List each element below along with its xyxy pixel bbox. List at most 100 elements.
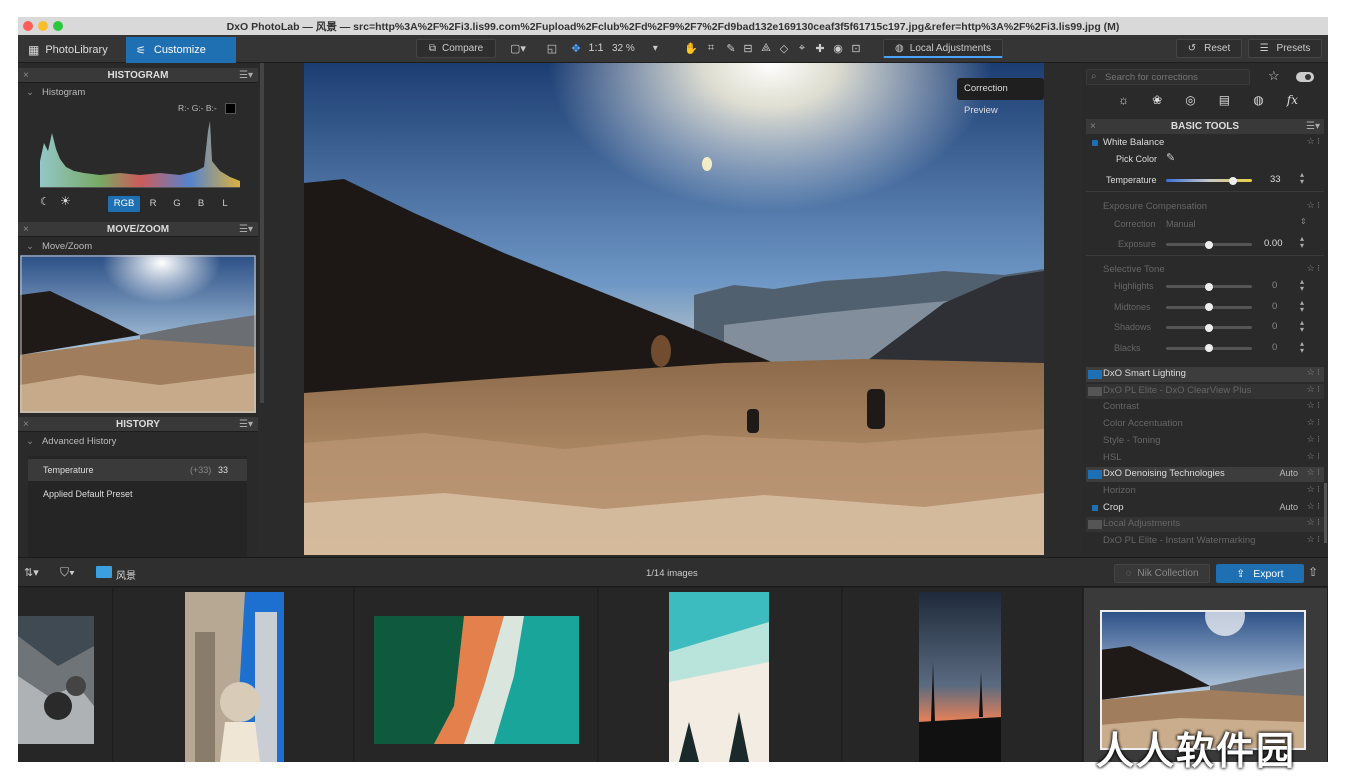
sun-icon[interactable]: ☀ (60, 194, 71, 208)
local-icon[interactable]: ◍ (1253, 93, 1263, 113)
star-icon[interactable]: ☆ ⁝ (1307, 484, 1320, 495)
detail-icon[interactable]: ◎ (1185, 93, 1195, 113)
star-icon[interactable]: ☆ ⁝ (1307, 263, 1320, 274)
histogram-subpanel[interactable]: ⌄ Histogram (26, 87, 85, 98)
volume-deformation-icon[interactable]: ◇ (776, 40, 792, 56)
menu-icon[interactable]: ☰▾ (239, 417, 253, 432)
channel-g-button[interactable]: G (166, 196, 188, 212)
slider-knob[interactable] (1205, 344, 1213, 352)
fit-screen-icon[interactable]: ◱ (544, 40, 560, 56)
white-balance-row[interactable]: White Balance ☆ ⁝ (1086, 136, 1324, 151)
slider-knob[interactable] (1205, 282, 1213, 291)
horizon-icon[interactable]: ⊟ (740, 40, 756, 56)
movezoom-subpanel[interactable]: ⌄ Move/Zoom (26, 241, 92, 252)
tone-row-slider[interactable] (1166, 303, 1252, 311)
repair-icon[interactable]: ✚ (812, 40, 828, 56)
filmstrip-thumbnail[interactable] (114, 588, 354, 762)
toggle-icon[interactable] (1088, 470, 1102, 480)
tool-row[interactable]: Crop Auto ☆ ⁝ (1086, 501, 1324, 516)
star-icon[interactable]: ☆ ⁝ (1307, 501, 1320, 512)
tool-row[interactable]: DxO PL Elite - Instant Watermarking ☆ ⁝ (1086, 534, 1324, 549)
reset-button[interactable]: ↺ Reset (1176, 39, 1242, 58)
overlay-icon[interactable]: ⊡ (848, 40, 864, 56)
channel-l-button[interactable]: L (214, 196, 236, 212)
close-icon[interactable]: × (23, 222, 29, 237)
history-item[interactable]: Applied Default Preset (28, 483, 247, 505)
close-icon[interactable]: × (23, 68, 29, 83)
tool-row[interactable]: DxO Denoising Technologies Auto ☆ ⁝ (1086, 467, 1324, 483)
channel-rgb-button[interactable]: RGB (108, 196, 140, 212)
history-item[interactable]: Temperature (+33) 33 (28, 459, 247, 481)
tone-row-slider[interactable] (1166, 323, 1252, 332)
filter-icon[interactable]: ⛉▾ (60, 565, 75, 580)
hand-icon[interactable]: ✋ (683, 40, 699, 56)
selective-tone-row[interactable]: Selective Tone ☆ ⁝ (1086, 263, 1324, 278)
star-icon[interactable]: ☆ ⁝ (1307, 384, 1320, 395)
star-icon[interactable]: ☆ ⁝ (1307, 367, 1320, 378)
star-icon[interactable]: ☆ ⁝ (1307, 136, 1320, 147)
perspective-icon[interactable]: ⟁ (758, 40, 774, 56)
filmstrip-thumbnail[interactable] (355, 588, 598, 762)
tool-row[interactable]: Local Adjustments ☆ ⁝ (1086, 517, 1324, 533)
correction-select[interactable]: Manual (1166, 219, 1196, 229)
star-icon[interactable]: ☆ ⁝ (1307, 400, 1320, 411)
one-to-one-button[interactable]: 1:1 (586, 40, 606, 56)
tool-row[interactable]: Style - Toning ☆ ⁝ (1086, 434, 1324, 449)
close-window-button[interactable] (23, 21, 33, 31)
menu-icon[interactable]: ☰▾ (239, 68, 253, 83)
local-adjustments-button[interactable]: ◍ Local Adjustments (883, 39, 1003, 58)
stepper-icon[interactable]: ▴ ▾ (1300, 235, 1304, 250)
star-icon[interactable]: ☆ ⁝ (1307, 467, 1320, 478)
navigator-thumbnail[interactable] (20, 255, 256, 413)
stepper-icon[interactable]: ▴ ▾ (1300, 339, 1304, 354)
search-input[interactable] (1105, 71, 1245, 84)
tool-row[interactable]: DxO Smart Lighting ☆ ⁝ (1086, 367, 1324, 382)
star-icon[interactable]: ☆ ⁝ (1307, 534, 1320, 545)
share-icon[interactable]: ⇧ (1308, 565, 1318, 579)
tone-row-slider[interactable] (1166, 344, 1252, 352)
slider-knob[interactable] (1205, 323, 1213, 332)
temperature-slider[interactable] (1166, 176, 1252, 185)
folder-name[interactable]: 风景 (116, 567, 136, 582)
light-icon[interactable]: ☼ (1118, 93, 1129, 113)
split-view-icon[interactable]: ▢▾ (506, 40, 530, 56)
zoom-window-button[interactable] (53, 21, 63, 31)
star-icon[interactable]: ☆ ⁝ (1307, 417, 1320, 428)
nik-collection-button[interactable]: ◌ Nik Collection (1114, 564, 1210, 583)
color-icon[interactable]: ❀ (1152, 93, 1162, 113)
toggle-icon[interactable] (1088, 520, 1102, 530)
red-eye-icon[interactable]: ⌖ (794, 40, 810, 56)
tool-row[interactable]: Horizon ☆ ⁝ (1086, 484, 1324, 499)
slider-knob[interactable] (1205, 303, 1213, 311)
filmstrip-thumbnail[interactable] (18, 588, 113, 762)
search-corrections-field[interactable]: ⌕ (1086, 69, 1250, 85)
stepper-icon[interactable]: ▴ ▾ (1300, 171, 1304, 186)
eye-icon[interactable]: ◉ (830, 40, 846, 56)
export-button[interactable]: ⇪ Export (1216, 564, 1304, 583)
exposure-row[interactable]: Exposure Compensation ☆ ⁝ (1086, 200, 1324, 215)
exposure-slider[interactable] (1166, 240, 1252, 249)
toggle-icon[interactable] (1092, 140, 1098, 146)
minimize-window-button[interactable] (38, 21, 48, 31)
compare-button[interactable]: ⧉ Compare (416, 39, 496, 58)
tone-row-slider[interactable] (1166, 282, 1252, 291)
zoom-select[interactable]: 32 % ▾ (612, 39, 674, 58)
tool-row[interactable]: Contrast ☆ ⁝ (1086, 400, 1324, 415)
history-subpanel[interactable]: ⌄ Advanced History (26, 436, 116, 447)
fx-icon[interactable]: fx (1287, 93, 1298, 113)
close-icon[interactable]: × (1090, 119, 1096, 134)
filmstrip-thumbnail[interactable] (843, 588, 1083, 762)
tool-row[interactable]: Color Accentuation ☆ ⁝ (1086, 417, 1324, 432)
moon-icon[interactable]: ☾ (40, 195, 50, 208)
star-icon[interactable]: ☆ ⁝ (1307, 451, 1320, 462)
geometry-icon[interactable]: ▤ (1219, 93, 1230, 113)
move-icon[interactable]: ✥ (568, 40, 584, 56)
filmstrip-thumbnail[interactable] (599, 588, 842, 762)
eyedropper-icon[interactable]: ✎ (723, 40, 739, 56)
channel-b-button[interactable]: B (190, 196, 212, 212)
tab-customize[interactable]: ⚟ Customize (126, 37, 236, 63)
stepper-icon[interactable]: ▴ ▾ (1300, 278, 1304, 293)
toggle-icon[interactable] (1088, 386, 1102, 396)
tool-row[interactable]: DxO PL Elite - DxO ClearView Plus ☆ ⁝ (1086, 383, 1324, 399)
tab-photolibrary[interactable]: ▦ PhotoLibrary (18, 37, 126, 63)
